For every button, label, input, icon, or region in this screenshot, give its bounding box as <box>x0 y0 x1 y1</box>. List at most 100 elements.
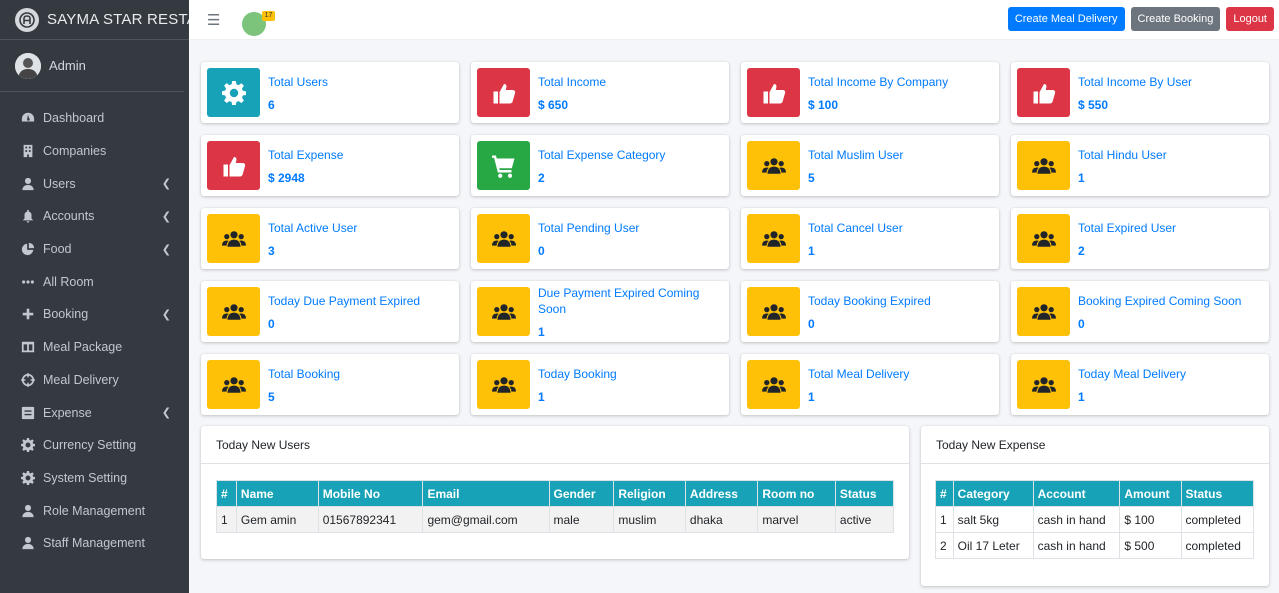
stat-card-total-meal-delivery[interactable]: Total Meal Delivery 1 <box>741 354 999 415</box>
notification-badge[interactable]: 17 <box>262 11 275 21</box>
stat-card-total-muslim-user[interactable]: Total Muslim User 5 <box>741 135 999 196</box>
stat-title: Today Booking Expired <box>808 293 931 308</box>
stat-card-total-income-by-company[interactable]: Total Income By Company $ 100 <box>741 62 999 123</box>
sidebar-item-all-room[interactable]: All Room <box>0 265 189 298</box>
column-header: Amount <box>1119 480 1182 507</box>
stat-value: 1 <box>808 389 815 404</box>
brand-name: SAYMA STAR RESTAURANT <box>47 11 189 28</box>
sidebar-item-dashboard[interactable]: Dashboard <box>0 102 189 135</box>
stat-card-body: Total Meal Delivery 1 <box>808 360 909 409</box>
logout-button[interactable]: Logout <box>1226 7 1274 31</box>
stat-card-total-cancel-user[interactable]: Total Cancel User 1 <box>741 208 999 269</box>
table-row[interactable]: 1 Gem amin 01567892341 gem@gmail.com male mus… <box>216 506 895 533</box>
stat-title: Total Income By User <box>1078 74 1193 89</box>
thumbs-up-icon <box>747 68 800 117</box>
user-icon <box>20 503 36 519</box>
hamburger-menu-icon[interactable]: ☰ <box>207 11 220 29</box>
panel-title: Today New Expense <box>921 426 1269 464</box>
table-row[interactable]: 2 Oil 17 Leter cash in hand $ 500 completed <box>935 532 1254 559</box>
stat-card-total-income[interactable]: Total Income $ 650 <box>471 62 729 123</box>
stat-card-body: Total Income By Company $ 100 <box>808 68 948 117</box>
stat-value: 0 <box>1078 316 1085 331</box>
sidebar-item-label: Expense <box>43 405 92 420</box>
column-header: # <box>216 480 237 507</box>
sidebar-item-staff-management[interactable]: Staff Management <box>0 527 189 560</box>
stat-title: Today Due Payment Expired <box>268 293 421 308</box>
table-cell: 1 <box>935 506 954 533</box>
brand[interactable]: SAYMA STAR RESTAURANT <box>0 0 189 40</box>
stat-title: Total Muslim User <box>808 147 904 162</box>
top-actions: Create Meal Delivery Create Booking Logo… <box>1007 7 1274 31</box>
top-navbar: ☰ 17 Create Meal Delivery Create Booking… <box>189 0 1279 40</box>
stat-card-total-income-by-user[interactable]: Total Income By User $ 550 <box>1011 62 1269 123</box>
new-users-table: # Name Mobile No Email Gender Religion Address… <box>216 480 895 533</box>
gear-icon <box>207 68 260 117</box>
sidebar-item-booking[interactable]: Booking ❮ <box>0 298 189 331</box>
stat-value: 0 <box>808 316 815 331</box>
stat-value: $ 650 <box>538 97 569 112</box>
stat-title: Total Cancel User <box>808 220 903 235</box>
stat-value: 1 <box>538 324 545 339</box>
stat-card-body: Total Active User 3 <box>268 214 357 263</box>
dashboard-icon <box>20 110 36 126</box>
sidebar-item-expense[interactable]: Expense ❮ <box>0 396 189 429</box>
table-cell: dhaka <box>684 506 759 533</box>
table-cell: active <box>834 506 895 533</box>
users-icon <box>477 214 530 263</box>
stat-title: Today Meal Delivery <box>1078 366 1187 381</box>
users-icon <box>747 141 800 190</box>
stat-card-today-booking-expired[interactable]: Today Booking Expired 0 <box>741 281 999 342</box>
column-header: Status <box>834 480 895 507</box>
column-header: Account <box>1032 480 1121 507</box>
sidebar-item-label: Companies <box>43 144 107 159</box>
table-cell: completed <box>1180 506 1254 533</box>
sidebar-item-meal-package[interactable]: Meal Package <box>0 331 189 364</box>
stat-title: Total Meal Delivery <box>808 366 910 381</box>
user-icon <box>20 176 36 192</box>
users-icon <box>477 287 530 336</box>
stat-card-total-hindu-user[interactable]: Total Hindu User 1 <box>1011 135 1269 196</box>
sidebar-item-label: System Setting <box>43 470 128 485</box>
sidebar-item-meal-delivery[interactable]: Meal Delivery <box>0 364 189 397</box>
sidebar-item-food[interactable]: Food ❮ <box>0 233 189 266</box>
shopping-cart-icon <box>477 141 530 190</box>
stat-card-today-due-payment-expired[interactable]: Today Due Payment Expired 0 <box>201 281 459 342</box>
sidebar-item-companies[interactable]: Companies <box>0 135 189 168</box>
table-header-row: # Name Mobile No Email Gender Religion Address… <box>216 480 895 507</box>
sidebar-item-role-management[interactable]: Role Management <box>0 494 189 527</box>
column-header: Address <box>684 480 759 507</box>
stat-title: Total Expired User <box>1078 220 1177 235</box>
sidebar-item-accounts[interactable]: Accounts ❮ <box>0 200 189 233</box>
brand-logo-icon <box>15 7 39 32</box>
table-row[interactable]: 1 salt 5kg cash in hand $ 100 completed <box>935 506 1254 533</box>
stat-card-booking-expired-coming-soon[interactable]: Booking Expired Coming Soon 0 <box>1011 281 1269 342</box>
stat-card-body: Today Due Payment Expired 0 <box>268 287 420 336</box>
stat-card-total-expense-category[interactable]: Total Expense Category 2 <box>471 135 729 196</box>
stat-card-today-booking[interactable]: Today Booking 1 <box>471 354 729 415</box>
sidebar-item-system-setting[interactable]: System Setting <box>0 462 189 495</box>
plus-icon <box>20 306 36 322</box>
stat-card-total-expense[interactable]: Total Expense $ 2948 <box>201 135 459 196</box>
create-booking-button[interactable]: Create Booking <box>1130 7 1221 31</box>
stat-card-total-expired-user[interactable]: Total Expired User 2 <box>1011 208 1269 269</box>
stat-card-total-active-user[interactable]: Total Active User 3 <box>201 208 459 269</box>
column-header: Gender <box>548 480 615 507</box>
gear-icon <box>20 470 36 486</box>
stat-title: Booking Expired Coming Soon <box>1078 293 1242 308</box>
users-icon <box>747 214 800 263</box>
column-header: Email <box>422 480 550 507</box>
table-cell: cash in hand <box>1032 532 1121 559</box>
stat-card-total-pending-user[interactable]: Total Pending User 0 <box>471 208 729 269</box>
stat-card-today-meal-delivery[interactable]: Today Meal Delivery 1 <box>1011 354 1269 415</box>
stat-card-due-payment-expired-coming-soon[interactable]: Due Payment Expired Coming Soon 1 <box>471 281 729 342</box>
sidebar-item-users[interactable]: Users ❮ <box>0 167 189 200</box>
create-meal-delivery-button[interactable]: Create Meal Delivery <box>1007 7 1125 31</box>
sidebar-item-currency-setting[interactable]: Currency Setting <box>0 429 189 462</box>
stat-title: Total Expense <box>268 147 344 162</box>
stat-value: 0 <box>538 243 545 258</box>
stat-card-total-booking[interactable]: Total Booking 5 <box>201 354 459 415</box>
stat-title: Total Active User <box>268 220 358 235</box>
user-panel[interactable]: Admin <box>0 40 184 92</box>
column-header: Religion <box>613 480 686 507</box>
stat-card-total-users[interactable]: Total Users 6 <box>201 62 459 123</box>
